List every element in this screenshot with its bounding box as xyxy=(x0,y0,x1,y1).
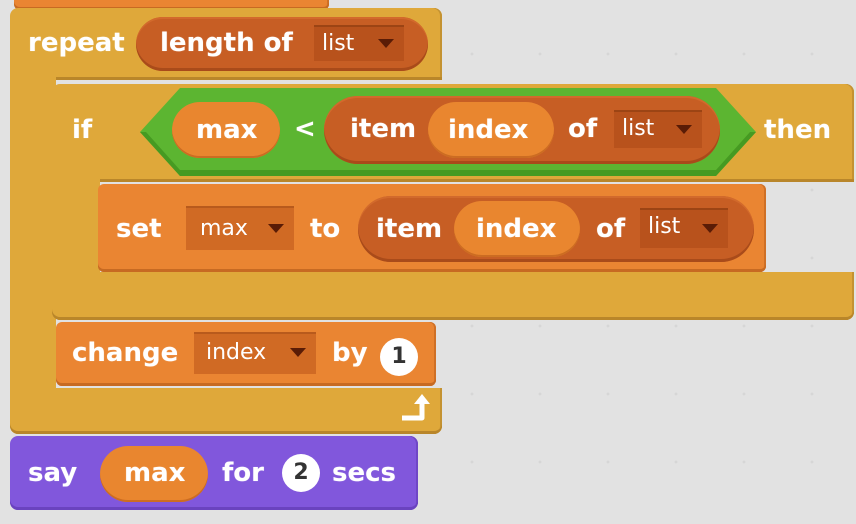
repeat-label: repeat xyxy=(28,28,125,58)
variable-dropdown[interactable]: max xyxy=(186,206,294,250)
repeat-block-bottom xyxy=(10,388,442,434)
secs-label: secs xyxy=(332,458,396,488)
index-variable-label: index xyxy=(448,115,529,145)
item-label: item xyxy=(350,114,417,144)
list-dropdown-value: list xyxy=(648,214,681,239)
max-variable-label: max xyxy=(196,115,258,145)
length-of-label: length of xyxy=(160,28,293,58)
loop-arrow-icon xyxy=(402,394,430,421)
index-variable-reporter[interactable]: index xyxy=(454,201,580,257)
max-variable-reporter[interactable]: max xyxy=(172,102,280,158)
dropdown-arrow-icon xyxy=(290,348,306,357)
item-of-list-reporter[interactable]: item index of list xyxy=(324,96,720,164)
list-dropdown[interactable]: list xyxy=(314,25,404,61)
say-duration-input[interactable]: 2 xyxy=(282,454,320,492)
change-label: change xyxy=(72,338,179,368)
variable-dropdown[interactable]: index xyxy=(194,332,316,374)
by-label: by xyxy=(332,338,368,368)
dropdown-arrow-icon xyxy=(676,125,692,134)
less-than-label: < xyxy=(294,114,316,144)
length-of-reporter[interactable]: length of list xyxy=(136,17,428,71)
list-dropdown[interactable]: list xyxy=(640,208,728,248)
variable-dropdown-value: max xyxy=(200,216,248,241)
item-of-list-reporter[interactable]: item index of list xyxy=(358,196,754,262)
then-label: then xyxy=(764,115,832,145)
of-label: of xyxy=(568,114,598,144)
say-label: say xyxy=(28,458,78,488)
if-label: if xyxy=(72,115,93,145)
if-block-bottom xyxy=(52,272,854,320)
dropdown-arrow-icon xyxy=(378,39,394,48)
for-label: for xyxy=(222,458,264,488)
item-label: item xyxy=(376,214,443,244)
list-dropdown-value: list xyxy=(622,116,655,141)
list-dropdown-value: list xyxy=(322,31,355,56)
variable-dropdown-value: index xyxy=(206,340,267,365)
change-amount-input[interactable]: 1 xyxy=(380,338,418,376)
max-variable-reporter[interactable]: max xyxy=(100,446,208,502)
max-variable-label: max xyxy=(124,458,186,488)
of-label: of xyxy=(596,214,626,244)
set-label: set xyxy=(116,214,162,244)
dropdown-arrow-icon xyxy=(268,224,284,233)
to-label: to xyxy=(310,214,341,244)
index-variable-label: index xyxy=(476,214,557,244)
dropdown-arrow-icon xyxy=(702,224,718,233)
index-variable-reporter[interactable]: index xyxy=(428,102,554,158)
if-block-arm xyxy=(52,170,100,280)
list-dropdown[interactable]: list xyxy=(614,110,702,148)
repeat-block-arm xyxy=(10,70,56,400)
script-area: { "script": { "repeat": { "label": "repe… xyxy=(0,0,856,524)
